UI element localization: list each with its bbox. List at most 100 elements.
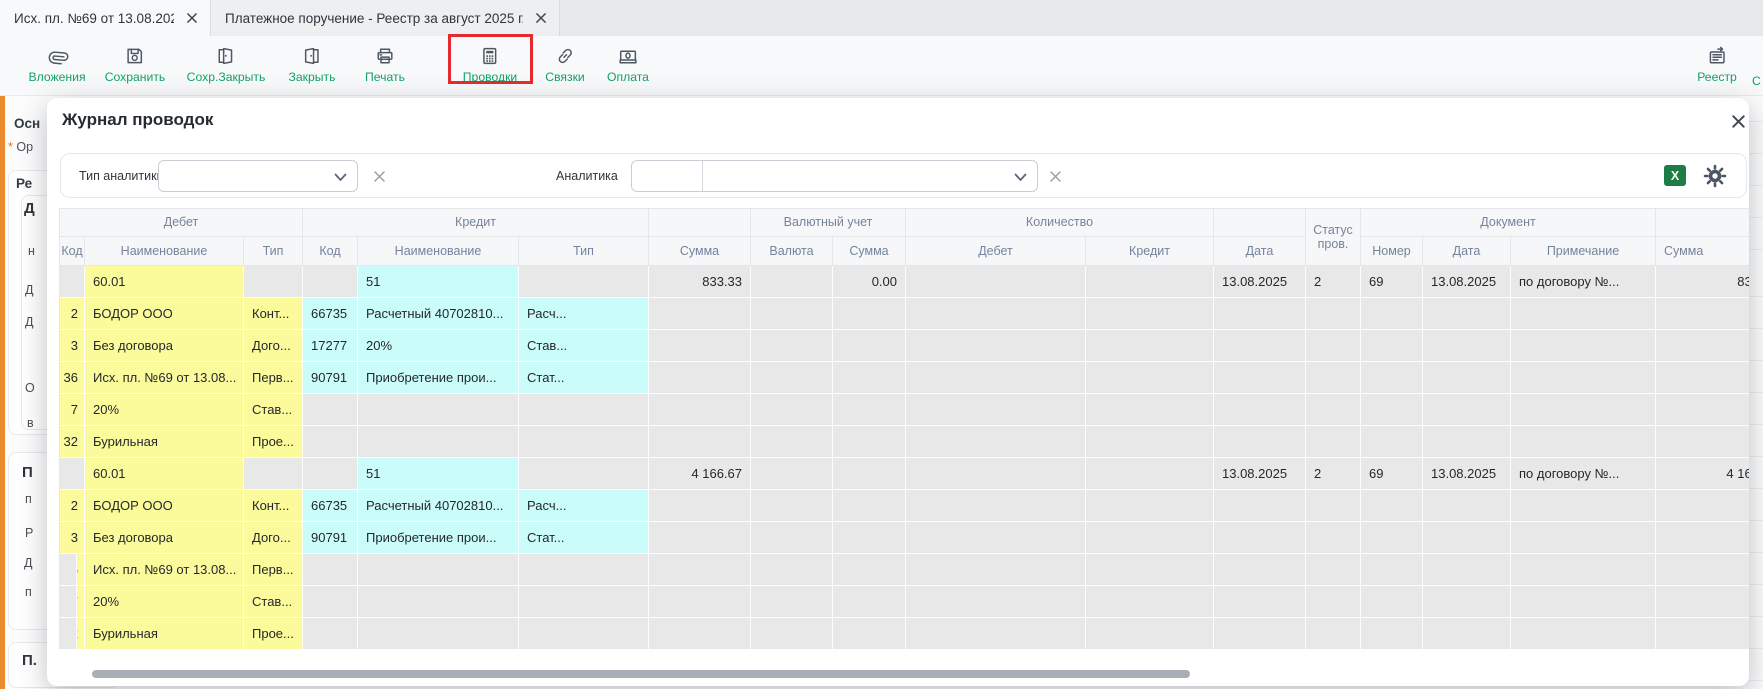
table-cell[interactable]: Перв... bbox=[244, 554, 303, 586]
table-cell[interactable] bbox=[1086, 490, 1214, 522]
table-cell[interactable]: 17277 bbox=[303, 330, 358, 362]
table-cell[interactable] bbox=[1361, 330, 1423, 362]
table-cell[interactable]: 36 bbox=[60, 362, 85, 394]
table-cell[interactable] bbox=[649, 426, 751, 458]
table-cell[interactable] bbox=[1361, 554, 1423, 586]
table-cell[interactable] bbox=[244, 266, 303, 298]
table-cell[interactable] bbox=[1423, 426, 1511, 458]
table-cell[interactable] bbox=[358, 426, 519, 458]
table-cell[interactable] bbox=[906, 426, 1086, 458]
toolbar-item-postings[interactable]: Проводки bbox=[463, 44, 517, 84]
table-cell[interactable] bbox=[519, 586, 649, 618]
table-cell[interactable] bbox=[751, 330, 833, 362]
table-cell[interactable]: Расчетный 40702810... bbox=[358, 490, 519, 522]
table-cell[interactable] bbox=[1214, 554, 1306, 586]
table-cell[interactable] bbox=[60, 554, 77, 586]
table-cell[interactable]: 66735 bbox=[303, 298, 358, 330]
table-cell[interactable] bbox=[1656, 426, 1749, 458]
table-cell[interactable]: 833.33 bbox=[1656, 266, 1749, 298]
table-cell[interactable] bbox=[649, 362, 751, 394]
table-cell[interactable] bbox=[649, 394, 751, 426]
table-cell[interactable] bbox=[1306, 394, 1361, 426]
table-cell[interactable] bbox=[1306, 330, 1361, 362]
table-cell[interactable]: 51 bbox=[358, 266, 519, 298]
table-cell[interactable] bbox=[1306, 362, 1361, 394]
table-cell[interactable]: 3 bbox=[60, 522, 85, 554]
table-cell[interactable]: 20% bbox=[85, 586, 244, 618]
table-cell[interactable] bbox=[1214, 394, 1306, 426]
table-cell[interactable] bbox=[1086, 522, 1214, 554]
table-cell[interactable] bbox=[1214, 330, 1306, 362]
table-cell[interactable]: 7 bbox=[60, 394, 85, 426]
table-cell[interactable] bbox=[60, 618, 77, 649]
table-cell[interactable] bbox=[519, 458, 649, 490]
table-cell[interactable]: Дого... bbox=[244, 330, 303, 362]
table-cell[interactable] bbox=[751, 522, 833, 554]
tab-close-icon[interactable] bbox=[186, 12, 198, 24]
table-cell[interactable] bbox=[1423, 586, 1511, 618]
table-cell[interactable] bbox=[1423, 490, 1511, 522]
table-cell[interactable] bbox=[303, 458, 358, 490]
table-cell[interactable] bbox=[1423, 330, 1511, 362]
table-cell[interactable] bbox=[519, 394, 649, 426]
table-cell[interactable]: Став... bbox=[244, 394, 303, 426]
table-cell[interactable]: Исх. пл. №69 от 13.08... bbox=[85, 362, 244, 394]
table-cell[interactable] bbox=[1214, 490, 1306, 522]
table-cell[interactable] bbox=[1086, 586, 1214, 618]
table-cell[interactable] bbox=[751, 266, 833, 298]
table-cell[interactable] bbox=[1086, 362, 1214, 394]
table-cell[interactable] bbox=[833, 458, 906, 490]
table-cell[interactable]: Бурильная bbox=[85, 618, 244, 649]
tab-2[interactable]: Платежное поручение - Реестр за август 2… bbox=[211, 0, 560, 36]
table-cell[interactable] bbox=[1511, 618, 1656, 649]
table-cell[interactable] bbox=[1423, 362, 1511, 394]
table-cell[interactable]: 69 bbox=[1361, 458, 1423, 490]
table-cell[interactable] bbox=[60, 458, 85, 490]
table-cell[interactable] bbox=[244, 458, 303, 490]
table-cell[interactable] bbox=[906, 490, 1086, 522]
table-cell[interactable] bbox=[751, 426, 833, 458]
table-cell[interactable] bbox=[906, 298, 1086, 330]
table-cell[interactable] bbox=[1656, 394, 1749, 426]
table-cell[interactable] bbox=[751, 554, 833, 586]
toolbar-item-close[interactable]: Закрыть bbox=[289, 44, 336, 84]
table-cell[interactable] bbox=[1511, 586, 1656, 618]
table-cell[interactable] bbox=[519, 426, 649, 458]
analytics-select[interactable] bbox=[631, 160, 1038, 192]
table-cell[interactable]: Бурильная bbox=[85, 426, 244, 458]
table-cell[interactable] bbox=[519, 618, 649, 649]
table-cell[interactable] bbox=[1656, 522, 1749, 554]
table-cell[interactable] bbox=[1656, 586, 1749, 618]
table-cell[interactable] bbox=[1511, 394, 1656, 426]
table-cell[interactable] bbox=[1361, 522, 1423, 554]
analytics-type-select[interactable] bbox=[158, 160, 358, 192]
horizontal-scrollbar[interactable] bbox=[92, 670, 1190, 678]
table-cell[interactable]: Конт... bbox=[244, 490, 303, 522]
table-cell[interactable] bbox=[303, 394, 358, 426]
table-cell[interactable] bbox=[751, 458, 833, 490]
table-cell[interactable]: 13.08.2025 bbox=[1423, 458, 1511, 490]
table-cell[interactable]: Без договора bbox=[85, 330, 244, 362]
table-cell[interactable]: Прое... bbox=[244, 618, 303, 649]
table-cell[interactable] bbox=[1306, 522, 1361, 554]
table-cell[interactable]: Без договора bbox=[85, 522, 244, 554]
table-cell[interactable] bbox=[1214, 586, 1306, 618]
table-cell[interactable] bbox=[906, 586, 1086, 618]
table-cell[interactable] bbox=[1214, 522, 1306, 554]
table-cell[interactable] bbox=[833, 618, 906, 649]
table-cell[interactable]: 2 bbox=[1306, 266, 1361, 298]
table-cell[interactable] bbox=[1656, 554, 1749, 586]
table-cell[interactable]: 66735 bbox=[303, 490, 358, 522]
table-cell[interactable]: Став... bbox=[244, 586, 303, 618]
table-cell[interactable]: 20% bbox=[358, 330, 519, 362]
table-cell[interactable]: 51 bbox=[358, 458, 519, 490]
table-cell[interactable]: Расч... bbox=[519, 298, 649, 330]
table-cell[interactable] bbox=[833, 490, 906, 522]
table-cell[interactable] bbox=[1423, 618, 1511, 649]
table-cell[interactable] bbox=[60, 266, 85, 298]
table-cell[interactable] bbox=[649, 618, 751, 649]
table-cell[interactable] bbox=[1361, 586, 1423, 618]
table-cell[interactable] bbox=[833, 554, 906, 586]
table-cell[interactable] bbox=[1511, 522, 1656, 554]
table-cell[interactable] bbox=[649, 298, 751, 330]
